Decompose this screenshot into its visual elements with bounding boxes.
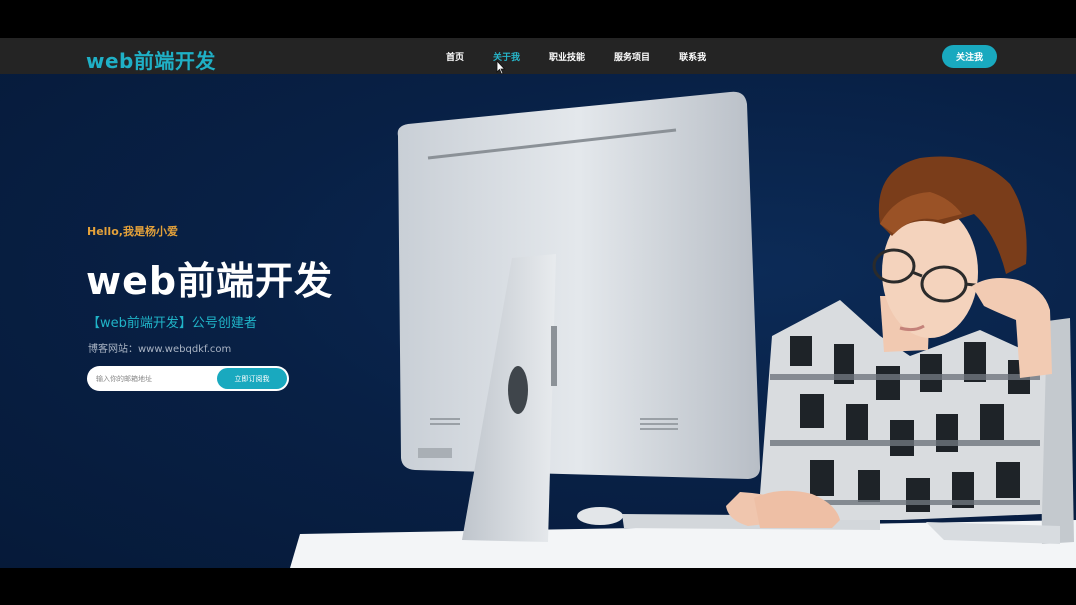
mouse-cursor-icon	[496, 60, 506, 75]
site-logo[interactable]: web前端开发	[86, 45, 216, 74]
hero-section: Hello,我是杨小爱 web前端开发 【web前端开发】公号创建者 博客网站：…	[0, 74, 1076, 568]
person-figure	[726, 156, 1052, 528]
nav-item-skills[interactable]: 职业技能	[549, 50, 585, 63]
hero-title: web前端开发	[86, 259, 334, 303]
hero-subtitle: 【web前端开发】公号创建者	[87, 316, 257, 331]
nav-item-contact[interactable]: 联系我	[679, 50, 706, 63]
hero-greeting: Hello,我是杨小爱	[87, 225, 178, 238]
top-navbar: web前端开发 首页 关于我 职业技能 服务项目 联系我 关注我	[0, 38, 1076, 75]
monitor-back	[397, 91, 761, 479]
subscribe-form: 立即订阅我	[87, 366, 289, 391]
main-nav: 首页 关于我 职业技能 服务项目 联系我	[446, 50, 735, 63]
blog-url-text: 博客网站：www.webqdkf.com	[88, 344, 232, 355]
email-input[interactable]	[87, 366, 219, 391]
nav-item-home[interactable]: 首页	[446, 50, 464, 63]
subscribe-button[interactable]: 立即订阅我	[217, 368, 287, 389]
nav-item-services[interactable]: 服务项目	[614, 50, 650, 63]
browser-viewport: web前端开发 首页 关于我 职业技能 服务项目 联系我 关注我 Hello,我…	[0, 38, 1076, 568]
follow-button[interactable]: 关注我	[942, 45, 997, 68]
